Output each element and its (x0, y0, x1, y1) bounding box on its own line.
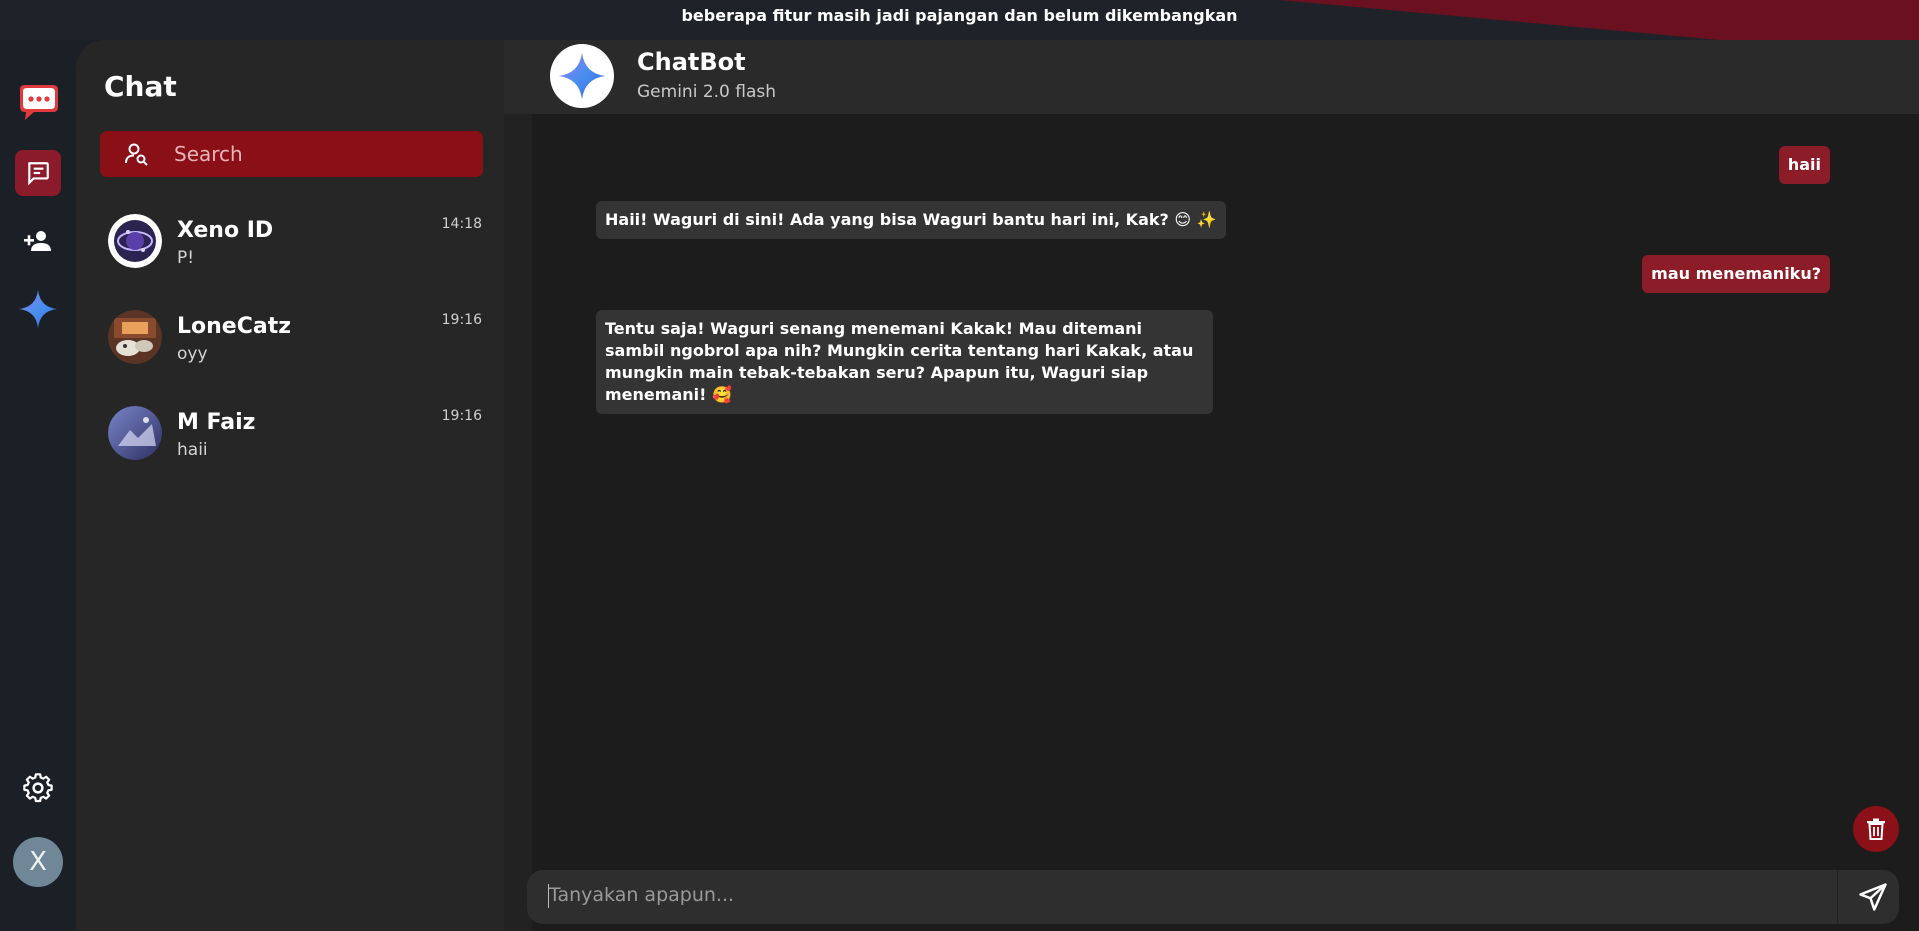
trash-icon (1867, 818, 1885, 840)
contact-item-lonecatz[interactable]: LoneCatz oyy 19:16 (76, 310, 504, 390)
user-message: haii (1778, 146, 1830, 184)
messages-icon (28, 162, 49, 186)
contact-name: LoneCatz (177, 314, 292, 339)
gemini-sparkle-icon (19, 290, 57, 328)
contact-item-xeno-id[interactable]: Xeno ID P! 14:18 (76, 214, 504, 294)
contact-avatar (108, 310, 162, 364)
contact-time: 19:16 (441, 312, 482, 328)
search-placeholder: Search (174, 142, 243, 166)
add-friend-button[interactable] (15, 218, 61, 264)
chatbot-nav-button[interactable] (15, 286, 61, 332)
user-search-icon (100, 142, 174, 166)
contact-time: 19:16 (441, 408, 482, 424)
message-area-gutter (504, 114, 532, 931)
bot-avatar (550, 44, 614, 108)
messages-nav-button[interactable] (15, 150, 61, 196)
contact-last-message: oyy (177, 344, 208, 364)
send-icon (1859, 883, 1887, 911)
contact-last-message: P! (177, 248, 195, 268)
settings-button[interactable] (15, 765, 61, 811)
contact-avatar (108, 214, 162, 268)
bot-model: Gemini 2.0 flash (637, 82, 777, 102)
gemini-sparkle-icon (558, 52, 606, 100)
message-input-placeholder: Tanyakan apapun... (549, 884, 735, 906)
contact-name: M Faiz (177, 410, 256, 435)
add-user-icon (24, 231, 51, 251)
gear-icon (23, 773, 53, 803)
chat-bubble-logo-icon (20, 85, 58, 120)
contact-time: 14:18 (441, 216, 482, 232)
input-divider (1837, 870, 1838, 924)
contact-name: Xeno ID (177, 218, 274, 243)
user-message: mau menemaniku? (1642, 255, 1830, 293)
chat-list-title: Chat (104, 70, 177, 103)
contact-item-m-faiz[interactable]: M Faiz haii 19:16 (76, 406, 504, 486)
clear-chat-button[interactable] (1853, 806, 1899, 852)
chat-list-panel: Chat Search Xeno ID P! 14:18 LoneCatz oy… (76, 40, 504, 931)
contact-last-message: haii (177, 440, 208, 460)
app-logo[interactable] (15, 80, 61, 126)
top-banner: beberapa fitur masih jadi pajangan dan b… (0, 0, 1919, 40)
bot-message: Tentu saja! Waguri senang menemani Kakak… (596, 310, 1213, 414)
chat-header: ChatBot Gemini 2.0 flash (504, 40, 1919, 114)
send-button[interactable] (1847, 870, 1899, 924)
bot-message: Haii! Waguri di sini! Ada yang bisa Wagu… (596, 201, 1226, 239)
bot-name: ChatBot (637, 48, 746, 76)
contact-avatar (108, 406, 162, 460)
search-input[interactable]: Search (100, 131, 483, 177)
feature-notice: beberapa fitur masih jadi pajangan dan b… (681, 6, 1238, 25)
left-rail: X (0, 40, 76, 931)
user-avatar[interactable]: X (13, 837, 63, 887)
message-input-bar[interactable]: Tanyakan apapun... (527, 870, 1899, 924)
